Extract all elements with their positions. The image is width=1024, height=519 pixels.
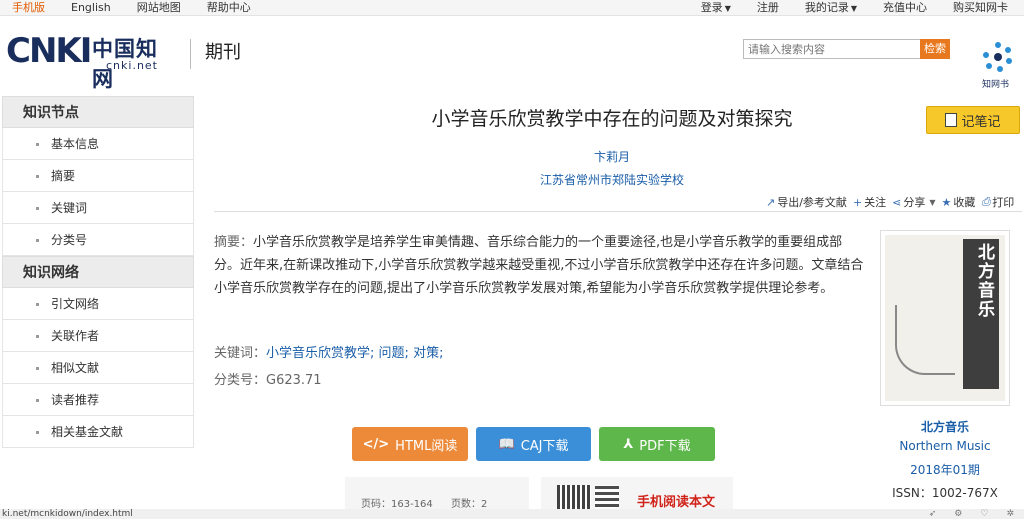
sidebar-group-title: 知识节点: [2, 96, 194, 128]
cover-title: 北方音乐: [974, 243, 994, 319]
export-label: 导出/参考文献: [777, 196, 847, 209]
mobile-version-link[interactable]: 手机版: [12, 0, 45, 15]
export-citation-button[interactable]: ↗ 导出/参考文献: [766, 194, 847, 210]
cnki-logo-text: CNKI: [6, 31, 92, 71]
gear-icon[interactable]: ⚙: [954, 509, 962, 519]
help-center-link[interactable]: 帮助中心: [207, 0, 251, 15]
organization-link[interactable]: 江苏省常州市郑陆实验学校: [214, 171, 1010, 188]
html-read-label: HTML阅读: [395, 438, 458, 454]
register-link[interactable]: 注册: [757, 0, 779, 16]
pinwheel-icon: [983, 42, 1012, 72]
my-records-link[interactable]: 我的记录 ▼: [805, 0, 857, 16]
sidebar-group-title: 知识网络: [2, 256, 194, 288]
my-records-label: 我的记录: [804, 1, 849, 14]
keyword-link[interactable]: 问题;: [379, 346, 409, 361]
page-count: 页数：2: [451, 499, 488, 510]
take-notes-button[interactable]: 记笔记: [926, 106, 1020, 134]
pdf-download-button[interactable]: ⅄ PDF下载: [599, 427, 715, 461]
keywords-row: 关键词：小学音乐欣赏教学; 问题; 对策;: [214, 342, 443, 361]
status-url: ki.net/mcnkidown/index.html: [2, 509, 133, 519]
login-link[interactable]: 登录 ▼: [701, 0, 731, 16]
share-label: 分享: [903, 196, 926, 209]
take-notes-label: 记笔记: [961, 114, 1001, 130]
search-input[interactable]: [743, 39, 921, 59]
journal-issue-link[interactable]: 2018年01期: [880, 461, 1010, 478]
journal-name-en-link[interactable]: Northern Music: [880, 439, 1010, 453]
divider: [214, 211, 1022, 212]
sidebar-item-citation-network[interactable]: 引文网络: [2, 288, 194, 320]
sidebar-item-reader-recommend[interactable]: 读者推荐: [2, 384, 194, 416]
journal-name-link[interactable]: 北方音乐: [880, 418, 1010, 435]
plus-icon: +: [852, 195, 863, 209]
sidebar-item-basic-info[interactable]: 基本信息: [2, 128, 194, 160]
settings-icon[interactable]: ✲: [1006, 509, 1014, 519]
cnki-logo[interactable]: CNKI 中国知网 cnki.net: [6, 31, 176, 91]
follow-button[interactable]: + 关注: [853, 194, 886, 210]
journal-cover-image: 北方音乐: [885, 235, 1005, 401]
caj-download-button[interactable]: 📖 CAJ下载: [476, 427, 591, 461]
sidebar-item-classification[interactable]: 分类号: [2, 224, 194, 256]
keyword-link[interactable]: 对策;: [413, 346, 443, 361]
zhiwang-book-text: 知网书: [982, 80, 1010, 90]
classification-label: 分类号：: [214, 373, 267, 388]
favorite-label: 收藏: [953, 196, 976, 209]
book-icon: 📖: [498, 436, 515, 452]
browser-status-bar: ki.net/mcnkidown/index.html ➶ ⚙ ♡ ✲: [0, 509, 1024, 519]
site-header: CNKI 中国知网 cnki.net 期刊 检索 知网书: [0, 17, 1024, 91]
english-link[interactable]: English: [71, 0, 111, 15]
chevron-down-icon: ▼: [929, 197, 936, 207]
journal-cover[interactable]: 北方音乐: [880, 230, 1010, 406]
sitemap-link[interactable]: 网站地图: [137, 0, 181, 15]
print-button[interactable]: ⎙ 打印: [981, 194, 1014, 210]
caj-download-label: CAJ下载: [520, 438, 569, 454]
classification-value: G623.71: [266, 373, 322, 388]
top-nav-bar: 手机版 English 网站地图 帮助中心 登录 ▼ 注册 我的记录 ▼ 充值中心 …: [0, 0, 1024, 16]
code-icon: </>: [362, 436, 390, 452]
chevron-down-icon: ▼: [724, 4, 731, 13]
recharge-center-link[interactable]: 充值中心: [883, 0, 927, 16]
favorite-button[interactable]: ★ 收藏: [942, 194, 976, 210]
article-title: 小学音乐欣赏教学中存在的问题及对策探究: [431, 108, 793, 130]
keyword-link[interactable]: 小学音乐欣赏教学;: [266, 346, 374, 361]
abstract-section: 摘要：小学音乐欣赏教学是培养学生审美情趣、音乐综合能力的一个重要途径,也是小学音…: [214, 231, 866, 300]
cnki-logo-url: cnki.net: [106, 59, 158, 72]
notebook-icon: [945, 113, 958, 127]
sidebar-item-fund-docs[interactable]: 相关基金文献: [2, 416, 194, 448]
article-actions: ↗ 导出/参考文献 + 关注 ⋖ 分享 ▼ ★ 收藏 ⎙ 打印: [766, 194, 1014, 210]
login-label: 登录: [700, 1, 723, 14]
pdf-download-label: PDF下载: [639, 438, 691, 454]
page-range: 页码：163-164: [361, 499, 433, 510]
follow-label: 关注: [864, 196, 887, 209]
author-link[interactable]: 卞莉月: [214, 148, 1010, 165]
star-icon: ★: [941, 195, 952, 209]
sidebar-item-abstract[interactable]: 摘要: [2, 160, 194, 192]
abstract-text: 小学音乐欣赏教学是培养学生审美情趣、音乐综合能力的一个重要途径,也是小学音乐教学…: [214, 235, 864, 296]
journal-issn: ISSN：1002-767X: [892, 486, 998, 500]
classification-row: 分类号：G623.71: [214, 369, 322, 388]
section-title: 期刊: [205, 42, 241, 63]
header-divider: [190, 39, 191, 69]
knowledge-sidebar: 知识节点 基本信息 摘要 关键词 分类号 知识网络 引文网络 关联作者 相似文献…: [2, 96, 194, 448]
sidebar-item-related-authors[interactable]: 关联作者: [2, 320, 194, 352]
share-button[interactable]: ⋖ 分享 ▼: [892, 194, 935, 210]
sidebar-item-keywords[interactable]: 关键词: [2, 192, 194, 224]
heart-icon[interactable]: ♡: [980, 509, 988, 519]
mobile-read-label: 手机阅读本文: [637, 495, 716, 510]
chevron-down-icon: ▼: [850, 4, 857, 13]
share-icon: ⋖: [892, 195, 902, 209]
pdf-icon: ⅄: [623, 436, 634, 452]
export-icon: ↗: [766, 195, 776, 209]
zhiwang-book-logo[interactable]: 知网书: [978, 39, 1018, 91]
buy-card-link[interactable]: 购买知网卡: [953, 0, 1008, 16]
print-label: 打印: [992, 196, 1015, 209]
abstract-label: 摘要：: [214, 235, 254, 250]
rocket-icon[interactable]: ➶: [929, 509, 937, 519]
sidebar-item-similar-docs[interactable]: 相似文献: [2, 352, 194, 384]
html-read-button[interactable]: </> HTML阅读: [352, 427, 468, 461]
printer-icon: ⎙: [981, 195, 991, 208]
search-button[interactable]: 检索: [920, 39, 950, 59]
keywords-label: 关键词：: [214, 346, 267, 361]
cover-illustration: [895, 305, 955, 375]
